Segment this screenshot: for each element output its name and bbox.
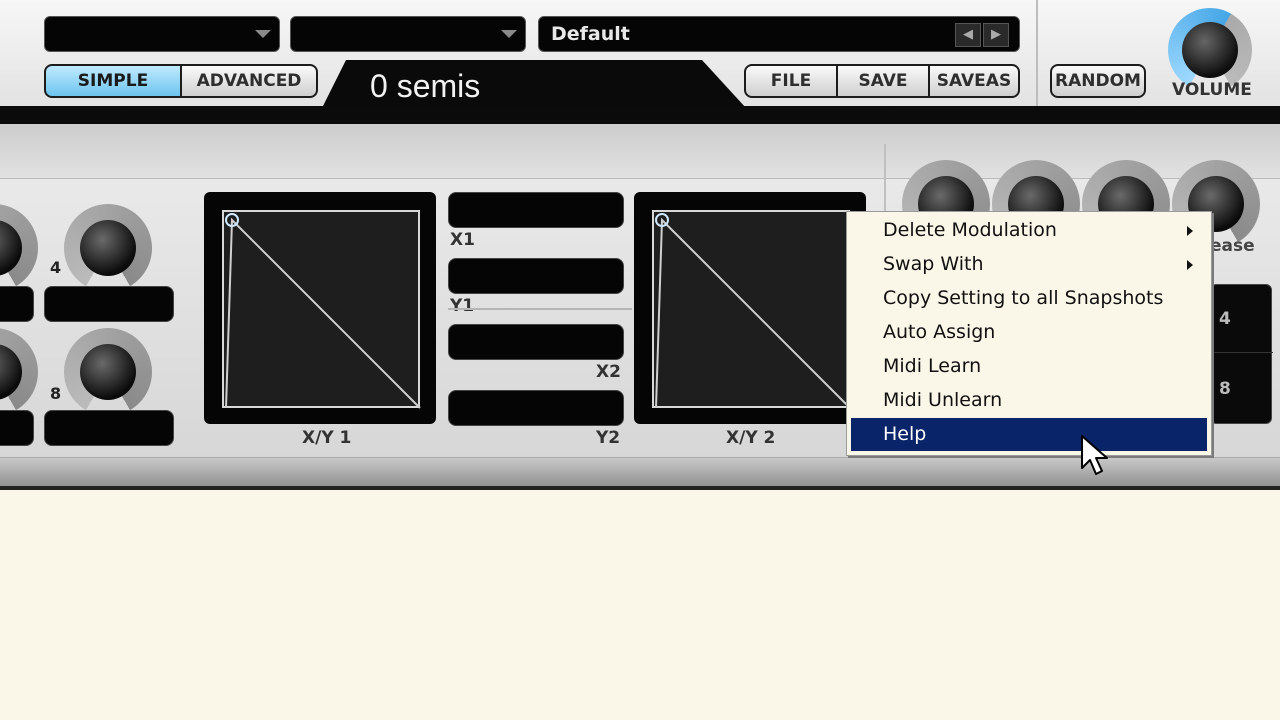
- y2-slot[interactable]: [448, 390, 624, 426]
- macro-slot-3[interactable]: [0, 286, 34, 322]
- slot-divider: [448, 308, 632, 310]
- chevron-down-icon: [255, 30, 271, 38]
- advanced-mode-button[interactable]: ADVANCED: [180, 64, 318, 98]
- separator-strip: [0, 106, 1280, 124]
- simple-mode-button[interactable]: SIMPLE: [44, 64, 182, 98]
- random-button[interactable]: RANDOM: [1050, 64, 1146, 98]
- panel-edge: [0, 486, 1280, 490]
- x2-label: X2: [596, 362, 621, 382]
- xy-pad-1[interactable]: [204, 192, 436, 424]
- context-menu: Delete Modulation Swap With Copy Setting…: [846, 211, 1212, 456]
- plugin-header: Default ◀ ▶ SIMPLE ADVANCED 0 semis FILE…: [0, 0, 1280, 108]
- macro-knob-4[interactable]: [64, 204, 152, 292]
- menu-item-label: Midi Unlearn: [883, 389, 1003, 411]
- save-button[interactable]: SAVE: [836, 64, 930, 98]
- bank-dropdown[interactable]: [44, 16, 280, 52]
- snapshot-cell[interactable]: 4: [1211, 285, 1273, 353]
- submenu-arrow-icon: [1187, 260, 1193, 270]
- x1-slot[interactable]: [448, 192, 624, 228]
- menu-item-auto-assign[interactable]: Auto Assign: [851, 316, 1207, 349]
- knob-label-8: 8: [50, 384, 62, 403]
- chevron-down-icon: [501, 30, 517, 38]
- submenu-arrow-icon: [1187, 226, 1193, 236]
- volume-label: VOLUME: [1172, 80, 1252, 100]
- xy-pad-2-curve: [655, 213, 851, 409]
- y2-label: Y2: [596, 428, 621, 448]
- header-divider: [1036, 0, 1038, 108]
- menu-item-midi-learn[interactable]: Midi Learn: [851, 350, 1207, 383]
- y1-label: Y1: [450, 296, 475, 316]
- file-button[interactable]: FILE: [744, 64, 838, 98]
- menu-item-label: Help: [883, 423, 927, 445]
- xy-pad-2-screen[interactable]: [652, 210, 851, 409]
- xy-pad-1-screen[interactable]: [222, 210, 421, 409]
- menu-item-swap-with[interactable]: Swap With: [851, 248, 1207, 281]
- chevron-right-icon[interactable]: ▶: [983, 23, 1009, 47]
- chevron-left-icon[interactable]: ◀: [955, 23, 981, 47]
- xy-pad-2-label: X/Y 2: [726, 428, 776, 448]
- menu-item-label: Copy Setting to all Snapshots: [883, 287, 1164, 309]
- x2-slot[interactable]: [448, 324, 624, 360]
- x1-label: X1: [450, 230, 475, 250]
- xy-pad-1-curve: [225, 213, 421, 409]
- knob-label-4: 4: [50, 258, 62, 277]
- y1-slot[interactable]: [448, 258, 624, 294]
- menu-item-label: Midi Learn: [883, 355, 982, 377]
- menu-item-help[interactable]: Help: [851, 418, 1207, 451]
- macro-slot-7[interactable]: [0, 410, 34, 446]
- menu-item-midi-unlearn[interactable]: Midi Unlearn: [851, 384, 1207, 417]
- snapshot-cell[interactable]: 8: [1211, 355, 1273, 423]
- menu-item-copy-setting[interactable]: Copy Setting to all Snapshots: [851, 282, 1207, 315]
- release-label: ease: [1210, 236, 1255, 256]
- saveas-button[interactable]: SAVEAS: [928, 64, 1020, 98]
- menu-item-delete-modulation[interactable]: Delete Modulation: [851, 214, 1207, 247]
- xy-pad-2[interactable]: [634, 192, 866, 424]
- semis-display: 0 semis: [322, 60, 746, 108]
- menu-item-label: Delete Modulation: [883, 219, 1057, 241]
- menu-item-label: Swap With: [883, 253, 984, 275]
- semis-value: 0 semis: [370, 68, 481, 104]
- preset-name-box[interactable]: Default ◀ ▶: [538, 16, 1020, 52]
- menu-item-label: Auto Assign: [883, 321, 996, 343]
- macro-slot-4[interactable]: [44, 286, 174, 322]
- snapshot-grid[interactable]: 4 8: [1210, 284, 1273, 424]
- macro-knob-8[interactable]: [64, 328, 152, 416]
- macro-slot-8[interactable]: [44, 410, 174, 446]
- mouse-cursor-icon: [1081, 435, 1108, 475]
- category-dropdown[interactable]: [290, 16, 526, 52]
- preset-name: Default: [551, 23, 630, 45]
- xy-pad-1-label: X/Y 1: [302, 428, 352, 448]
